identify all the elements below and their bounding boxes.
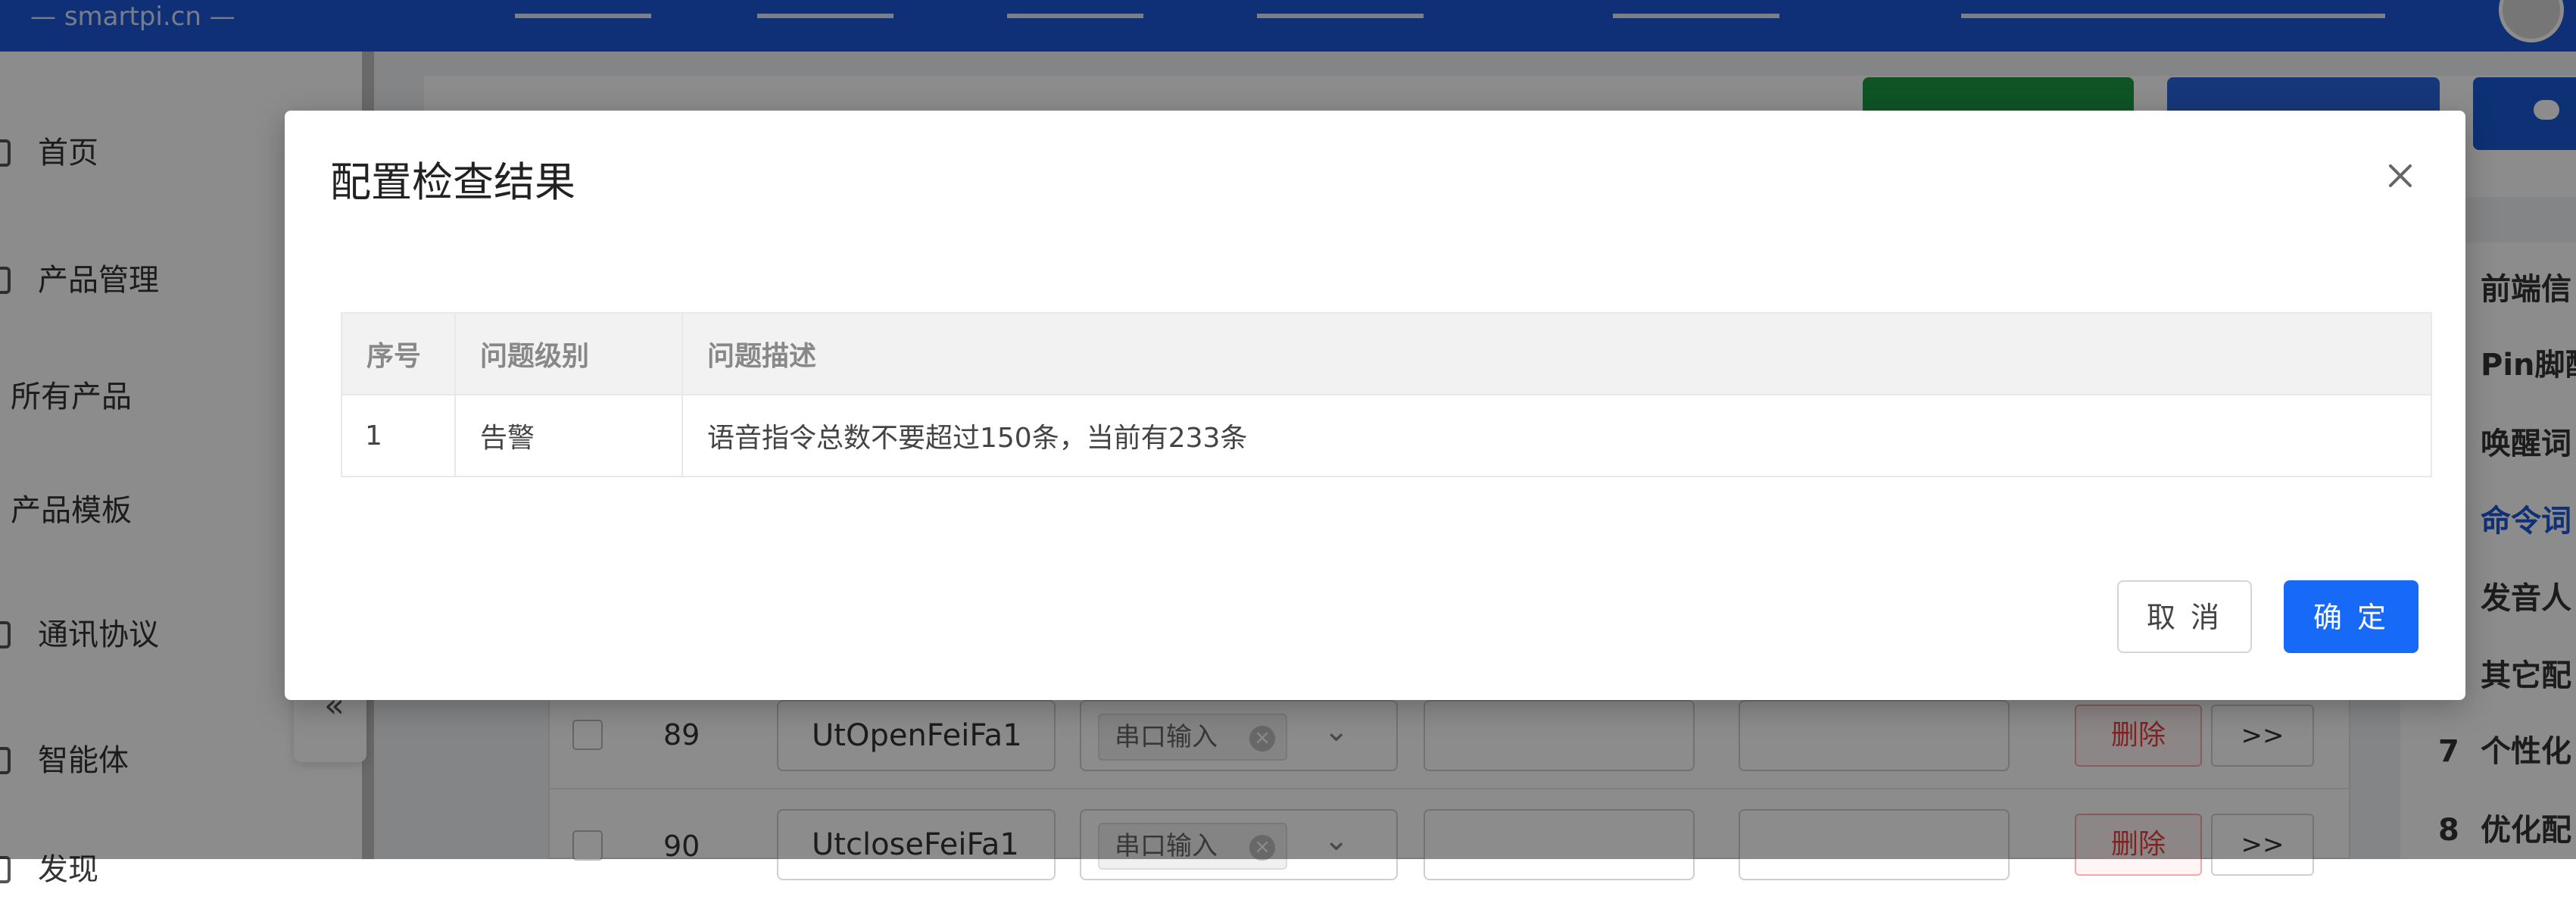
cell-index: 1 [341,394,456,477]
table-row: 1 告警 语音指令总数不要超过150条，当前有233条 [341,394,2432,477]
table-header-row: 序号 问题级别 问题描述 [341,312,2432,395]
discover-icon [0,856,11,883]
cell-level: 告警 [454,394,683,477]
close-button[interactable] [2378,153,2423,198]
column-header-index: 序号 [341,312,456,395]
column-header-description: 问题描述 [681,312,2432,395]
dialog-title: 配置检查结果 [330,158,575,206]
confirm-button[interactable]: 确 定 [2284,580,2419,653]
cell-description: 语音指令总数不要超过150条，当前有233条 [681,394,2432,477]
column-header-level: 问题级别 [454,312,683,395]
cancel-button[interactable]: 取 消 [2117,580,2252,653]
config-check-dialog: 配置检查结果 序号 问题级别 问题描述 1 告警 语音指令总数不要超过150条，… [285,111,2465,700]
close-icon [2389,164,2412,187]
result-table: 序号 问题级别 问题描述 1 告警 语音指令总数不要超过150条，当前有233条 [341,312,2432,477]
